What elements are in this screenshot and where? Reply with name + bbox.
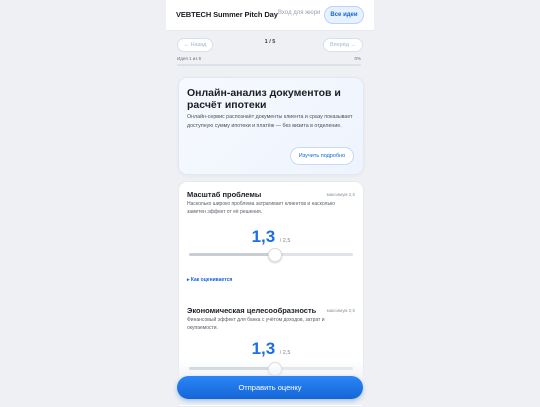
idea-card: Онлайн-анализ документов и расчёт ипотек… bbox=[178, 77, 364, 175]
score-display: 1,3 / 2,5 bbox=[179, 339, 363, 359]
top-bar: VEBTECH Summer Pitch Day Вход для жюри В… bbox=[166, 0, 374, 31]
how-evaluated-link[interactable]: ▸ Как оценивается bbox=[187, 277, 232, 283]
slider-thumb[interactable] bbox=[268, 248, 283, 262]
criterion-max: максимум 2,5 bbox=[326, 192, 355, 197]
next-button[interactable]: Вперёд → bbox=[323, 38, 363, 52]
progress-text: Идея 1 из 5 bbox=[177, 56, 202, 61]
progress-bar bbox=[177, 64, 361, 66]
criterion-description: Насколько широко проблема затрагивает кл… bbox=[187, 201, 336, 215]
all-ideas-button[interactable]: Все идеи bbox=[324, 6, 364, 24]
score-max: / 2,5 bbox=[279, 350, 291, 356]
score-max: / 2,5 bbox=[279, 238, 291, 244]
criterion-title: Масштаб проблемы bbox=[187, 190, 262, 199]
idea-title: Онлайн-анализ документов и расчёт ипотек… bbox=[187, 87, 341, 111]
score-value: 1,3 bbox=[251, 227, 276, 246]
criterion-description: Финансовый эффект для банка с учётом дох… bbox=[187, 317, 325, 331]
criterion-title: Экономическая целесообразность bbox=[187, 306, 317, 315]
submit-score-button[interactable]: Отправить оценку bbox=[177, 376, 363, 399]
progress-percent: 0% bbox=[354, 56, 361, 61]
criterion-card: Масштаб проблемы максимум 2,5 Насколько … bbox=[179, 190, 363, 300]
score-value: 1,3 bbox=[251, 339, 276, 358]
jury-login-button[interactable]: Вход для жюри bbox=[278, 10, 320, 16]
score-display: 1,3 / 2,5 bbox=[179, 227, 363, 247]
details-button[interactable]: Изучить подробно bbox=[290, 147, 354, 165]
criterion-max: максимум 2,5 bbox=[326, 308, 355, 313]
idea-description: Онлайн-сервис распознаёт документы клиен… bbox=[187, 114, 353, 129]
slider-fill bbox=[189, 253, 275, 256]
app-title: VEBTECH Summer Pitch Day bbox=[176, 10, 278, 19]
score-slider[interactable] bbox=[189, 248, 353, 262]
